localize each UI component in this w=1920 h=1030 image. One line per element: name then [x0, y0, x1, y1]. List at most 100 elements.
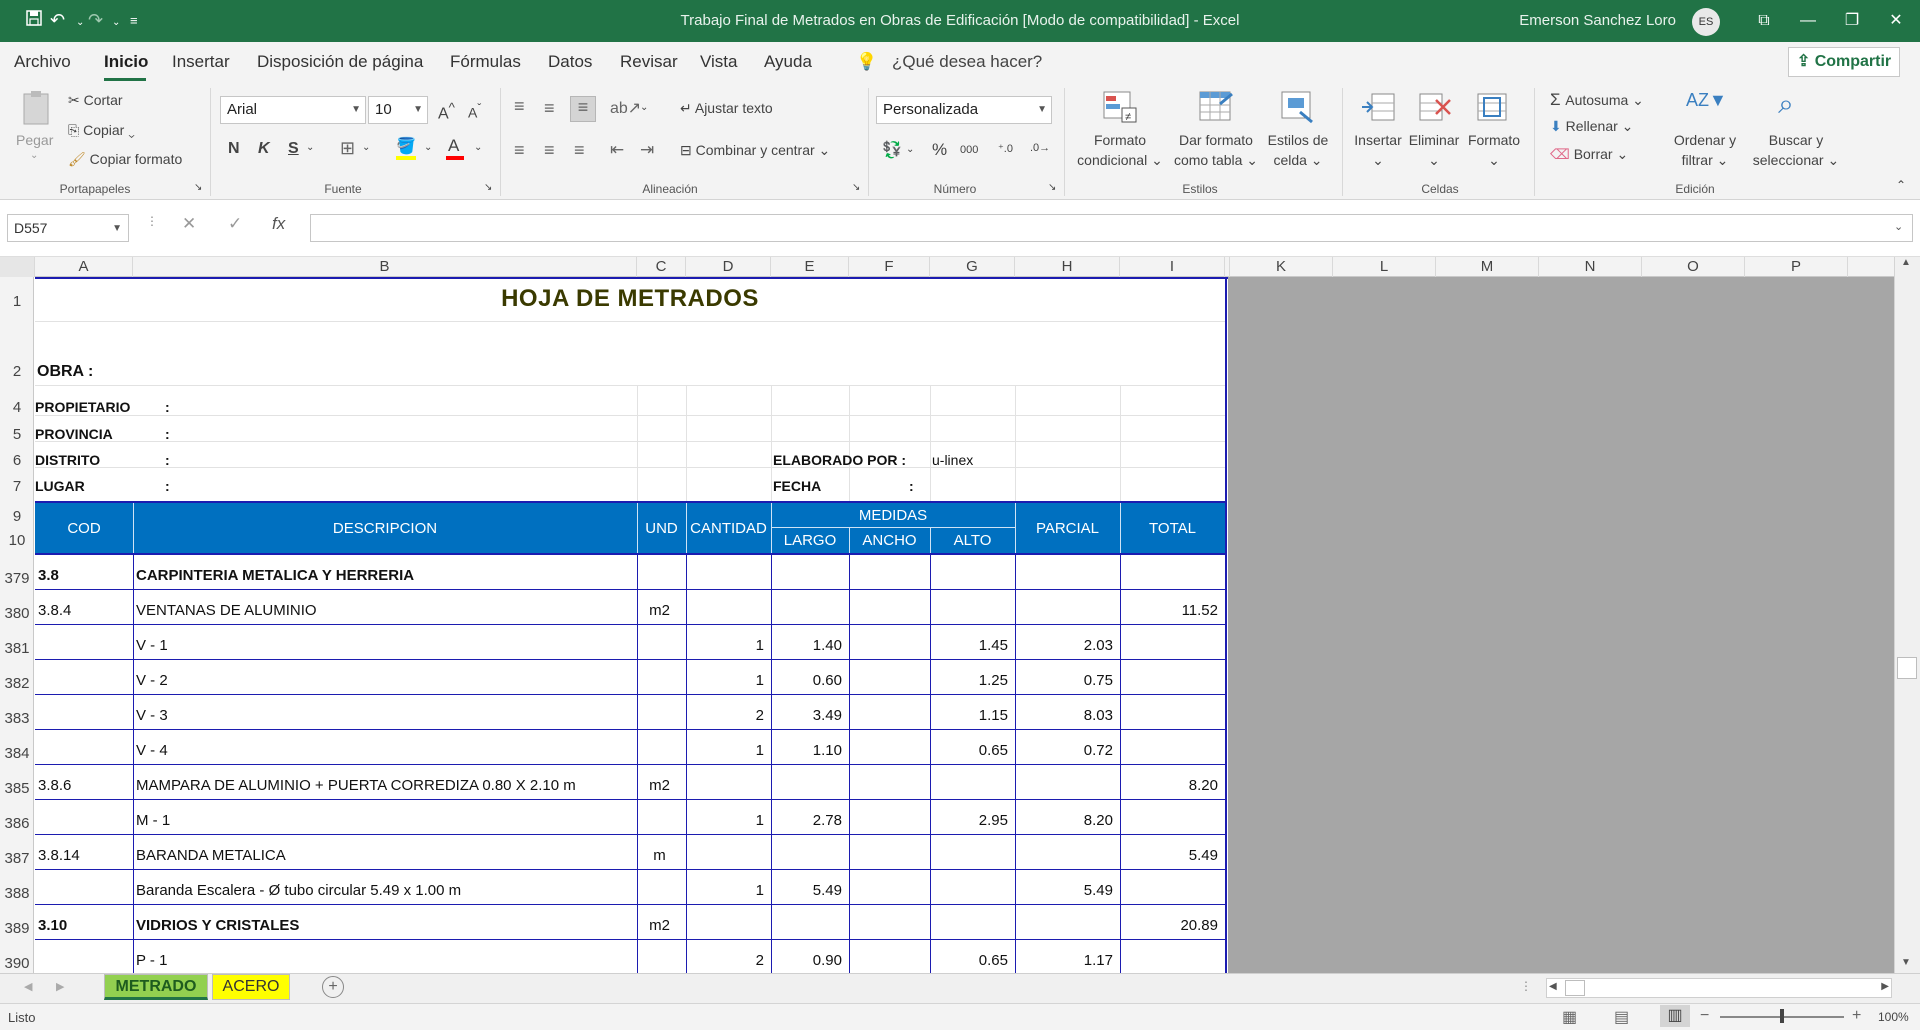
- table-cell-desc[interactable]: Baranda Escalera - Ø tubo circular 5.49 …: [136, 882, 630, 899]
- table-cell-alto[interactable]: 0.65: [933, 742, 1008, 759]
- table-cell-cod[interactable]: 3.10: [38, 917, 126, 934]
- col-header-o[interactable]: O: [1642, 257, 1745, 277]
- col-header-p[interactable]: P: [1745, 257, 1848, 277]
- formula-input[interactable]: [310, 214, 1913, 242]
- share-button[interactable]: ⇪ Compartir: [1788, 47, 1900, 77]
- clipboard-icon[interactable]: [18, 90, 54, 130]
- table-cell-cant[interactable]: 1: [689, 672, 764, 689]
- header-total[interactable]: TOTAL: [1120, 520, 1225, 537]
- tell-me-search[interactable]: ¿Qué desea hacer?: [892, 52, 1042, 72]
- comma-style-icon[interactable]: 000: [960, 144, 978, 156]
- normal-view-icon[interactable]: ▦: [1562, 1007, 1577, 1027]
- row-header[interactable]: 10: [0, 532, 34, 549]
- col-header-m[interactable]: M: [1436, 257, 1539, 277]
- col-header-e[interactable]: E: [771, 257, 849, 277]
- cancel-entry-icon[interactable]: ✕: [182, 214, 196, 234]
- table-cell-und[interactable]: m2: [640, 777, 679, 794]
- col-header-b[interactable]: B: [133, 257, 637, 277]
- align-right-icon[interactable]: ≡: [574, 140, 585, 161]
- find-icon[interactable]: ⌕: [1766, 88, 1806, 128]
- select-all-corner[interactable]: [0, 257, 35, 277]
- row-header[interactable]: 9: [0, 508, 34, 525]
- row-header[interactable]: 390: [0, 955, 34, 972]
- table-cell-desc[interactable]: V - 1: [136, 637, 630, 654]
- table-cell-parcial[interactable]: 0.75: [1018, 672, 1113, 689]
- zoom-out-icon[interactable]: −: [1700, 1007, 1709, 1025]
- table-cell-cod[interactable]: 3.8.14: [38, 847, 126, 864]
- tab-archivo[interactable]: Archivo: [14, 52, 71, 72]
- header-und[interactable]: UND: [637, 520, 686, 537]
- table-cell-und[interactable]: m: [640, 847, 679, 864]
- cell-styles-icon[interactable]: [1278, 90, 1318, 128]
- tab-formulas[interactable]: Fórmulas: [450, 52, 521, 72]
- header-medidas[interactable]: MEDIDAS: [771, 507, 1015, 524]
- table-cell-desc[interactable]: V - 2: [136, 672, 630, 689]
- merge-center-button[interactable]: ⊟ Combinar y centrar ⌄: [680, 142, 830, 159]
- row-header[interactable]: 389: [0, 920, 34, 937]
- decrease-indent-icon[interactable]: ⇤: [610, 140, 624, 160]
- tab-disposicion[interactable]: Disposición de página: [257, 52, 423, 72]
- table-cell-largo[interactable]: 1.10: [774, 742, 842, 759]
- currency-icon[interactable]: 💱: [882, 140, 902, 160]
- table-cell-desc[interactable]: VENTANAS DE ALUMINIO: [136, 602, 630, 619]
- close-icon[interactable]: ✕: [1876, 6, 1916, 36]
- table-cell-desc[interactable]: M - 1: [136, 812, 630, 829]
- row-header[interactable]: 386: [0, 815, 34, 832]
- format-button[interactable]: Formato ⌄: [1462, 130, 1526, 170]
- format-as-table-icon[interactable]: [1196, 90, 1236, 128]
- align-center-icon[interactable]: ≡: [544, 140, 555, 161]
- tab-revisar[interactable]: Revisar: [620, 52, 678, 72]
- header-parcial[interactable]: PARCIAL: [1015, 520, 1120, 537]
- col-header-n[interactable]: N: [1539, 257, 1642, 277]
- table-cell-desc[interactable]: V - 4: [136, 742, 630, 759]
- alignment-launcher-icon[interactable]: ↘: [852, 182, 860, 193]
- table-cell-cant[interactable]: 2: [689, 952, 764, 969]
- tab-split-icon[interactable]: ⋮: [1520, 979, 1532, 993]
- scroll-thumb[interactable]: [1897, 657, 1917, 679]
- user-name[interactable]: Emerson Sanchez Loro: [1519, 12, 1676, 29]
- table-cell-largo[interactable]: 2.78: [774, 812, 842, 829]
- lugar-label[interactable]: LUGAR: [35, 478, 85, 494]
- row-header[interactable]: 1: [0, 293, 34, 310]
- elaborado-value[interactable]: u-linex: [932, 452, 973, 468]
- sheet-tab-metrado[interactable]: METRADO: [104, 974, 208, 1000]
- row-header[interactable]: 385: [0, 780, 34, 797]
- table-cell-parcial[interactable]: 0.72: [1018, 742, 1113, 759]
- col-header-d[interactable]: D: [686, 257, 771, 277]
- font-size-dropdown[interactable]: 10 ▼: [368, 96, 428, 124]
- page-break-view-icon[interactable]: ▥: [1660, 1005, 1690, 1027]
- table-cell-parcial[interactable]: 8.20: [1018, 812, 1113, 829]
- fecha-label[interactable]: FECHA: [773, 478, 821, 494]
- tab-inicio[interactable]: Inicio: [104, 52, 148, 72]
- table-cell-cant[interactable]: 1: [689, 637, 764, 654]
- table-cell-desc[interactable]: BARANDA METALICA: [136, 847, 630, 864]
- row-header[interactable]: 388: [0, 885, 34, 902]
- paste-label[interactable]: Pegar: [16, 132, 53, 148]
- sheet-title[interactable]: HOJA DE METRADOS: [35, 285, 1225, 313]
- table-cell-desc[interactable]: P - 1: [136, 952, 630, 969]
- page-layout-icon[interactable]: ▤: [1614, 1007, 1629, 1027]
- orientation-chevron-icon[interactable]: ⌄: [640, 102, 648, 113]
- borders-chevron-icon[interactable]: ⌄: [362, 142, 370, 153]
- font-launcher-icon[interactable]: ↘: [484, 182, 492, 193]
- elaborado-label[interactable]: ELABORADO POR :: [773, 452, 906, 468]
- table-cell-cod[interactable]: 3.8.6: [38, 777, 126, 794]
- paste-chevron-icon[interactable]: ⌄: [30, 150, 38, 161]
- number-format-dropdown[interactable]: Personalizada ▼: [876, 96, 1052, 124]
- align-bottom-icon[interactable]: ≡: [570, 96, 596, 122]
- table-cell-desc[interactable]: MAMPARA DE ALUMINIO + PUERTA CORREDIZA 0…: [136, 777, 630, 794]
- table-cell-desc[interactable]: CARPINTERIA METALICA Y HERRERIA: [136, 567, 630, 584]
- provincia-label[interactable]: PROVINCIA: [35, 426, 113, 442]
- table-cell-desc[interactable]: V - 3: [136, 707, 630, 724]
- scroll-right-icon[interactable]: ▶: [1881, 981, 1889, 992]
- table-cell-alto[interactable]: 2.95: [933, 812, 1008, 829]
- sort-filter-icon[interactable]: AZ▼: [1686, 90, 1727, 128]
- font-color-chevron-icon[interactable]: ⌄: [474, 142, 482, 153]
- hscroll-thumb[interactable]: [1565, 980, 1585, 996]
- shrink-font-icon[interactable]: Aˇ: [468, 102, 481, 121]
- sheet-tab-acero[interactable]: ACERO: [212, 974, 290, 1000]
- table-cell-alto[interactable]: 0.65: [933, 952, 1008, 969]
- add-sheet-icon[interactable]: +: [322, 976, 344, 998]
- align-top-icon[interactable]: ≡: [514, 96, 525, 117]
- conditional-format-icon[interactable]: ≠: [1100, 90, 1140, 128]
